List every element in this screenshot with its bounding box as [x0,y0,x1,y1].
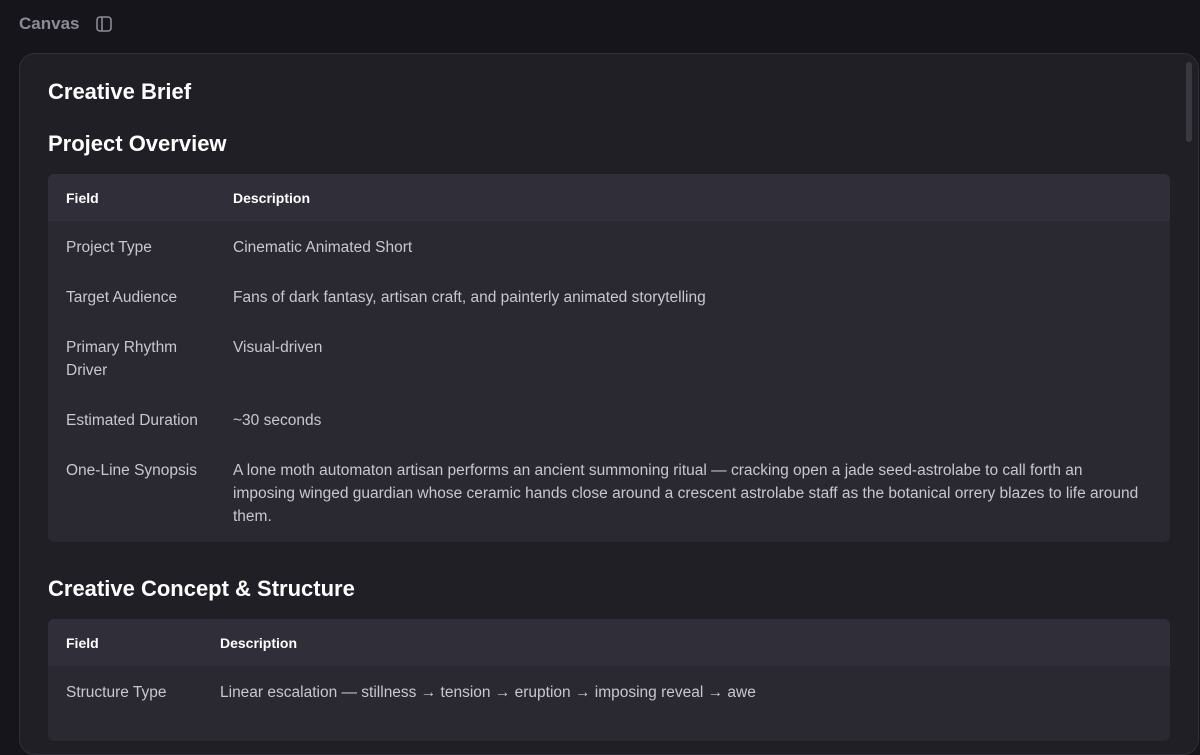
section-title-project-overview: Project Overview [48,131,227,156]
table-row: Primary Rhythm Driver Visual-driven [48,321,1170,394]
column-header-description: Description [220,634,298,651]
field-cell: Target Audience [66,289,178,306]
creative-concept-table: Field Description Structure Type Linear … [48,619,1170,741]
table-row: Structure Type Linear escalation — still… [48,666,1170,741]
canvas-title: Canvas [19,14,80,33]
field-cell: Primary Rhythm Driver [66,339,178,379]
sidebar-panel-icon[interactable] [95,15,113,33]
column-header-field: Field [66,189,99,206]
column-header-field: Field [66,634,99,651]
column-header-description: Description [233,189,311,206]
table-row: Estimated Duration ~30 seconds [48,394,1170,444]
table-header: Field Description [48,619,1170,666]
project-overview-table: Field Description Project Type Cinematic… [48,174,1170,542]
table-row: Target Audience Fans of dark fantasy, ar… [48,271,1170,321]
section-title-creative-concept: Creative Concept & Structure [48,576,355,601]
description-cell: Fans of dark fantasy, artisan craft, and… [233,289,706,306]
description-cell: Linear escalation — stillness → tension … [220,684,756,701]
scrollbar[interactable] [1186,62,1192,142]
field-cell: Structure Type [66,684,167,701]
top-bar: Canvas [0,0,1200,48]
field-cell: Project Type [66,239,152,256]
field-cell: Estimated Duration [66,412,198,429]
description-cell: ~30 seconds [233,412,322,429]
description-cell: Visual-driven [233,339,323,356]
table-row: One-Line Synopsis A lone moth automaton … [48,444,1170,542]
description-cell: A lone moth automaton artisan performs a… [233,462,1139,525]
description-cell: Cinematic Animated Short [233,239,413,256]
field-cell: One-Line Synopsis [66,462,197,479]
document-title: Creative Brief [48,79,192,104]
canvas-panel: Creative Brief Project Overview Field De… [19,53,1199,755]
table-header: Field Description [48,174,1170,221]
table-row: Project Type Cinematic Animated Short [48,221,1170,271]
